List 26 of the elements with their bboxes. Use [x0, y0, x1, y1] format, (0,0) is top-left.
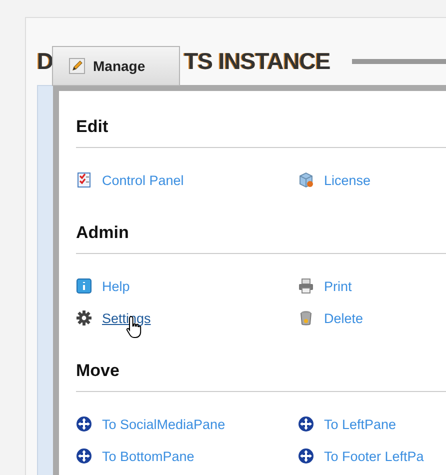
settings-icon	[76, 310, 92, 326]
menu-link[interactable]: To BottomPane	[102, 448, 194, 464]
move-icon	[76, 448, 92, 464]
checklist-icon	[76, 172, 92, 188]
module-title: D	[37, 48, 54, 74]
menu-link[interactable]: To LeftPane	[324, 416, 396, 432]
menu-link[interactable]: License	[324, 172, 371, 188]
menu-link[interactable]: Help	[102, 278, 130, 294]
section-heading: Admin	[76, 223, 130, 243]
trash-icon	[298, 310, 314, 326]
move-icon	[76, 416, 92, 432]
section-heading: Edit	[76, 117, 110, 137]
printer-icon	[298, 278, 314, 294]
move-icon	[298, 416, 314, 432]
package-icon	[298, 172, 314, 188]
section-heading: Move	[76, 361, 120, 381]
pencil-icon	[69, 58, 85, 74]
menu-link[interactable]: To Footer LeftPa	[324, 448, 424, 464]
module-title: TS INSTANCE	[184, 48, 330, 74]
menu-link[interactable]: Control Panel	[102, 172, 184, 188]
menu-link[interactable]: Print	[324, 278, 352, 294]
move-icon	[298, 448, 314, 464]
menu-link[interactable]: To SocialMediaPane	[102, 416, 226, 432]
info-icon	[76, 278, 92, 294]
manage-button[interactable]: Manage	[52, 46, 180, 86]
menu-link[interactable]: Delete	[324, 310, 364, 326]
